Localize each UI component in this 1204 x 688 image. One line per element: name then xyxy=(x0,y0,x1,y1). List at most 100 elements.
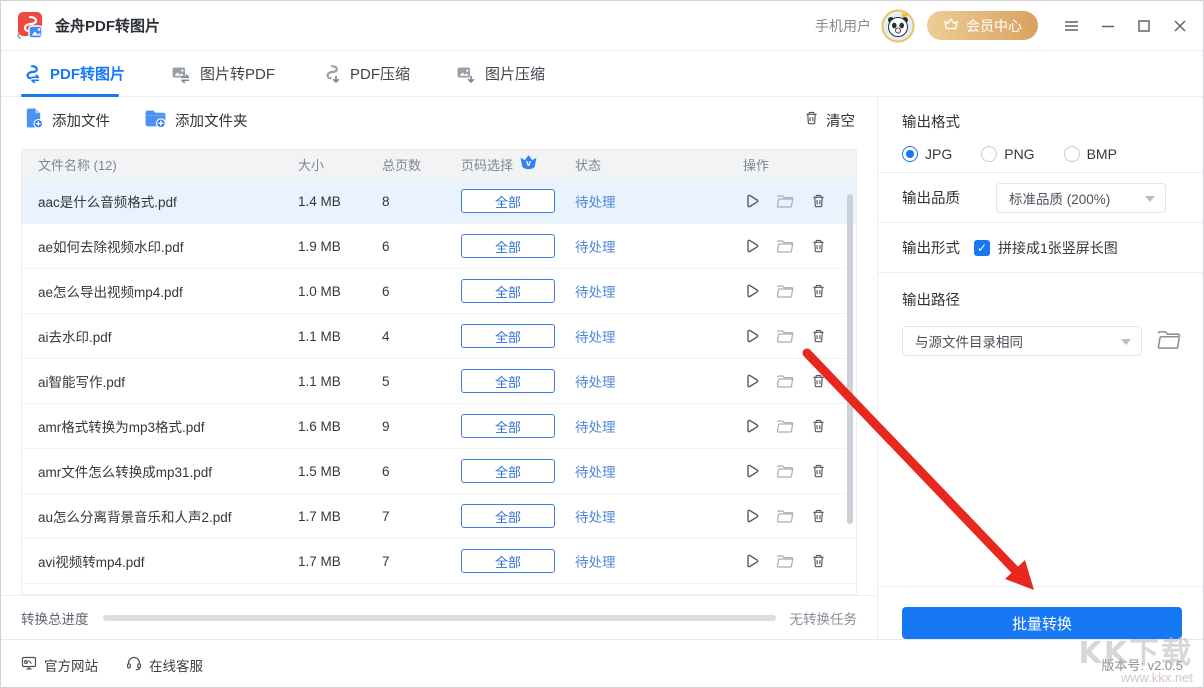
tab-PDF转图片[interactable]: PDF转图片 xyxy=(21,51,125,96)
add-file-button[interactable]: 添加文件 xyxy=(23,107,110,133)
column-header: 大小 xyxy=(288,155,373,174)
status-badge: 待处理 xyxy=(575,195,616,210)
output-path-select[interactable]: 与源文件目录相同 xyxy=(902,326,1142,356)
app-logo-icon xyxy=(15,11,45,41)
delete-icon[interactable] xyxy=(811,283,826,299)
close-icon[interactable] xyxy=(1173,19,1187,33)
delete-icon[interactable] xyxy=(811,463,826,479)
format-radio-bmp[interactable]: BMP xyxy=(1064,146,1117,162)
table-row[interactable]: avi视频转mp4.pdf1.7 MB7全部待处理 xyxy=(22,538,856,583)
add-folder-button[interactable]: 添加文件夹 xyxy=(144,107,248,133)
image-convert-icon xyxy=(171,64,191,84)
official-site-link[interactable]: 官方网站 xyxy=(21,655,98,675)
maximize-icon[interactable] xyxy=(1137,19,1151,33)
delete-icon[interactable] xyxy=(811,193,826,209)
status-badge: 待处理 xyxy=(575,240,616,255)
page-select-button[interactable]: 全部 xyxy=(461,369,555,393)
page-count: 5 xyxy=(373,374,448,389)
status-badge: 待处理 xyxy=(575,330,616,345)
play-icon[interactable] xyxy=(743,283,760,300)
delete-icon[interactable] xyxy=(811,238,826,254)
app-title: 金舟PDF转图片 xyxy=(55,15,160,36)
format-radio-png[interactable]: PNG xyxy=(981,146,1034,162)
menu-icon[interactable] xyxy=(1064,19,1079,33)
page-select-button[interactable]: 全部 xyxy=(461,549,555,573)
table-row[interactable]: amr文件怎么转换成mp31.pdf1.5 MB6全部待处理 xyxy=(22,448,856,493)
table-row[interactable]: ae如何去除视频水印.pdf1.9 MB6全部待处理 xyxy=(22,223,856,268)
play-icon[interactable] xyxy=(743,463,760,480)
tab-PDF压缩[interactable]: PDF压缩 xyxy=(321,51,410,96)
page-select-button[interactable]: 全部 xyxy=(461,504,555,528)
stitch-long-image-checkbox[interactable]: ✓ xyxy=(974,240,990,256)
crown-icon xyxy=(943,17,959,34)
vip-center-button[interactable]: 会员中心 xyxy=(927,11,1038,40)
page-select-button[interactable]: 全部 xyxy=(461,189,555,213)
file-name: au怎么分离背景音乐和人声2.pdf xyxy=(22,506,288,526)
delete-icon[interactable] xyxy=(811,508,826,524)
clear-list-button[interactable]: 清空 xyxy=(804,110,855,131)
column-header: 文件名称 (12) xyxy=(22,155,288,174)
file-name: ae怎么导出视频mp4.pdf xyxy=(22,281,288,301)
file-name: ai去水印.pdf xyxy=(22,326,288,346)
progress-bar xyxy=(103,615,776,621)
format-radio-jpg[interactable]: JPG xyxy=(902,146,952,162)
open-folder-icon[interactable] xyxy=(776,463,795,479)
output-format-label: 输出格式 xyxy=(902,111,1182,132)
page-count: 8 xyxy=(373,194,448,209)
status-badge: 待处理 xyxy=(575,510,616,525)
page-count: 4 xyxy=(373,329,448,344)
table-row[interactable]: amr格式转换为mp3格式.pdf1.6 MB9全部待处理 xyxy=(22,403,856,448)
column-header: 页码选择v xyxy=(448,154,568,174)
file-name: aac是什么音频格式.pdf xyxy=(22,191,288,211)
play-icon[interactable] xyxy=(743,193,760,210)
open-folder-icon[interactable] xyxy=(776,373,795,389)
tab-图片转PDF[interactable]: 图片转PDF xyxy=(171,51,275,96)
page-count: 7 xyxy=(373,509,448,524)
progress-row: 转换总进度 无转换任务 xyxy=(1,595,877,639)
table-row[interactable]: aac是什么音频格式.pdf1.4 MB8全部待处理 xyxy=(22,178,856,223)
delete-icon[interactable] xyxy=(811,553,826,569)
chevron-down-icon xyxy=(1145,196,1155,202)
file-size: 1.7 MB xyxy=(288,554,373,569)
page-select-button[interactable]: 全部 xyxy=(461,459,555,483)
page-select-button[interactable]: 全部 xyxy=(461,324,555,348)
play-icon[interactable] xyxy=(743,373,760,390)
play-icon[interactable] xyxy=(743,553,760,570)
open-folder-icon[interactable] xyxy=(776,193,795,209)
play-icon[interactable] xyxy=(743,418,760,435)
minimize-icon[interactable] xyxy=(1101,19,1115,33)
table-row[interactable]: ai去水印.pdf1.1 MB4全部待处理 xyxy=(22,313,856,358)
tab-图片压缩[interactable]: 图片压缩 xyxy=(456,51,545,96)
open-folder-icon[interactable] xyxy=(776,418,795,434)
page-count: 6 xyxy=(373,464,448,479)
output-quality-select[interactable]: 标准品质 (200%) xyxy=(996,183,1166,213)
vertical-scrollbar[interactable] xyxy=(847,194,853,524)
file-name: amr文件怎么转换成mp31.pdf xyxy=(22,461,288,481)
status-badge: 待处理 xyxy=(575,555,616,570)
play-icon[interactable] xyxy=(743,328,760,345)
open-folder-icon[interactable] xyxy=(776,553,795,569)
page-select-button[interactable]: 全部 xyxy=(461,279,555,303)
open-folder-icon[interactable] xyxy=(776,238,795,254)
open-folder-icon[interactable] xyxy=(776,328,795,344)
page-select-button[interactable]: 全部 xyxy=(461,414,555,438)
user-avatar[interactable] xyxy=(881,9,915,43)
table-row[interactable]: au怎么分离背景音乐和人声2.pdf1.7 MB7全部待处理 xyxy=(22,493,856,538)
table-row[interactable]: ai智能写作.pdf1.1 MB5全部待处理 xyxy=(22,358,856,403)
page-select-button[interactable]: 全部 xyxy=(461,594,555,595)
online-service-link[interactable]: 在线客服 xyxy=(126,655,203,675)
batch-convert-button[interactable]: 批量转换 xyxy=(902,607,1182,639)
delete-icon[interactable] xyxy=(811,418,826,434)
open-folder-icon[interactable] xyxy=(776,508,795,524)
file-name: amr格式转换为mp3格式.pdf xyxy=(22,416,288,436)
table-row[interactable]: 全部 xyxy=(22,583,856,595)
play-icon[interactable] xyxy=(743,508,760,525)
play-icon[interactable] xyxy=(743,238,760,255)
table-row[interactable]: ae怎么导出视频mp4.pdf1.0 MB6全部待处理 xyxy=(22,268,856,313)
browse-folder-button[interactable] xyxy=(1156,329,1182,354)
open-folder-icon[interactable] xyxy=(776,283,795,299)
stitch-long-image-label: 拼接成1张竖屏长图 xyxy=(998,238,1118,258)
delete-icon[interactable] xyxy=(811,328,826,344)
page-select-button[interactable]: 全部 xyxy=(461,234,555,258)
delete-icon[interactable] xyxy=(811,373,826,389)
